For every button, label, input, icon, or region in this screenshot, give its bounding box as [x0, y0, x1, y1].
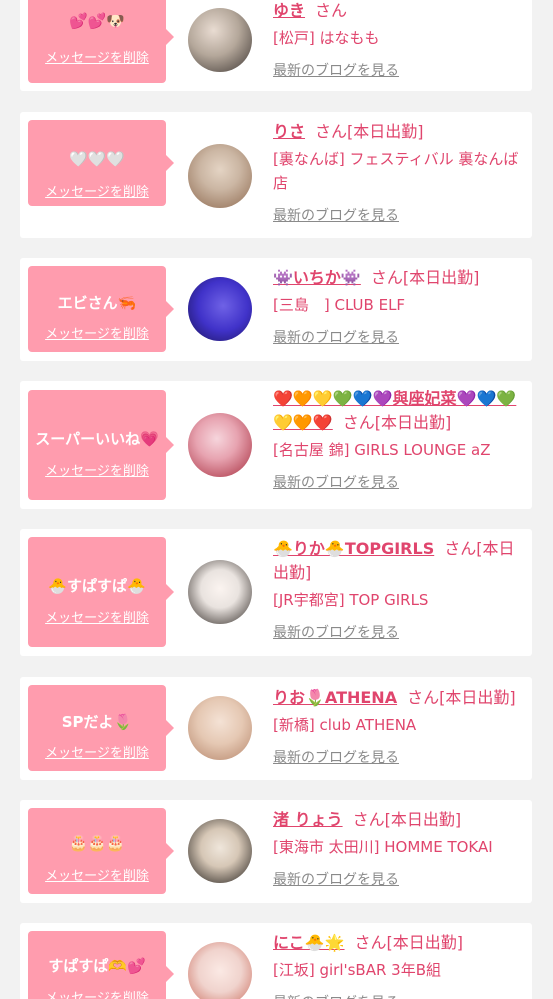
user-name-link[interactable]: りさ — [273, 122, 305, 141]
message-card: スーパーいいね💗 メッセージを削除 ❤️🧡💛💚💙💜與座妃菜💜💙💚💛🧡❤️ さん[本… — [20, 381, 532, 509]
honorific-label: さん — [315, 1, 348, 20]
message-list: 💕💕🐶 メッセージを削除 ゆき さん [松戸] はなもも 最新のブログを見る 🤍🤍… — [0, 0, 553, 999]
bubble-message: SPだよ🌷 — [61, 713, 133, 731]
latest-blog-link[interactable]: 最新のブログを見る — [273, 471, 523, 495]
shop-label: [裏なんば] フェスティバル 裏なんば店 — [273, 150, 519, 192]
avatar[interactable] — [188, 819, 252, 883]
honorific-label: さん[本日出勤] — [315, 122, 424, 141]
user-name-link[interactable]: りお🌷ATHENA — [273, 688, 397, 707]
shop-label: [東海市 太田川] HOMME TOKAI — [273, 838, 493, 856]
delete-message-link[interactable]: メッセージを削除 — [28, 323, 166, 342]
user-name-link[interactable]: ゆき — [273, 1, 305, 20]
delete-message-link[interactable]: メッセージを削除 — [28, 607, 166, 626]
message-bubble: SPだよ🌷 メッセージを削除 — [28, 685, 174, 771]
shop-label: [名古屋 錦] GIRLS LOUNGE aZ — [273, 441, 491, 459]
avatar[interactable] — [188, 144, 252, 208]
honorific-label: さん[本日出勤] — [352, 810, 462, 829]
avatar[interactable] — [188, 696, 252, 760]
shop-label: [新橋] club ATHENA — [273, 716, 417, 734]
honorific-label: さん[本日出勤] — [370, 268, 480, 287]
message-card: すぱすぱ🫶💕 メッセージを削除 にこ🐣🌟 さん[本日出勤] [江坂] girl's… — [20, 923, 532, 999]
shop-label: [江坂] girl'sBAR 3年B組 — [273, 961, 442, 979]
honorific-label: さん[本日出勤] — [407, 688, 516, 707]
latest-blog-link[interactable]: 最新のブログを見る — [273, 868, 523, 892]
bubble-message: すぱすぱ🫶💕 — [48, 957, 146, 975]
latest-blog-link[interactable]: 最新のブログを見る — [273, 746, 523, 770]
bubble-message: 🤍🤍🤍 — [68, 150, 126, 168]
delete-message-link[interactable]: メッセージを削除 — [28, 181, 166, 200]
avatar[interactable] — [188, 942, 252, 999]
latest-blog-link[interactable]: 最新のブログを見る — [273, 621, 523, 645]
message-card: SPだよ🌷 メッセージを削除 りお🌷ATHENA さん[本日出勤] [新橋] cl… — [20, 677, 532, 780]
message-bubble: エビさん🦐 メッセージを削除 — [28, 266, 174, 352]
avatar[interactable] — [188, 413, 252, 477]
shop-label: [松戸] はなもも — [273, 29, 380, 47]
message-card: 🎂🎂🎂 メッセージを削除 渚 りょう さん[本日出勤] [東海市 太田川] HOM… — [20, 800, 532, 903]
avatar[interactable] — [188, 560, 252, 624]
latest-blog-link[interactable]: 最新のブログを見る — [273, 59, 523, 83]
latest-blog-link[interactable]: 最新のブログを見る — [273, 991, 523, 999]
user-name-link[interactable]: にこ🐣🌟 — [273, 933, 345, 952]
latest-blog-link[interactable]: 最新のブログを見る — [273, 326, 523, 350]
bubble-message: 🐣すぱすぱ🐣 — [48, 577, 146, 595]
delete-message-link[interactable]: メッセージを削除 — [28, 460, 166, 479]
latest-blog-link[interactable]: 最新のブログを見る — [273, 204, 523, 228]
delete-message-link[interactable]: メッセージを削除 — [28, 865, 166, 884]
delete-message-link[interactable]: メッセージを削除 — [28, 47, 166, 66]
delete-message-link[interactable]: メッセージを削除 — [28, 987, 166, 999]
message-bubble: 🤍🤍🤍 メッセージを削除 — [28, 120, 174, 206]
shop-label: [三島 ] CLUB ELF — [273, 296, 406, 314]
delete-message-link[interactable]: メッセージを削除 — [28, 742, 166, 761]
message-card: エビさん🦐 メッセージを削除 👾いちか👾 さん[本日出勤] [三島 ] CLUB … — [20, 258, 532, 361]
user-name-link[interactable]: 渚 りょう — [273, 810, 343, 829]
bubble-message: エビさん🦐 — [57, 294, 137, 312]
message-card: 🐣すぱすぱ🐣 メッセージを削除 🐣りか🐣TOPGIRLS さん[本日出勤] [JR… — [20, 529, 532, 656]
user-name-link[interactable]: 👾いちか👾 — [273, 268, 361, 287]
message-bubble: 🐣すぱすぱ🐣 メッセージを削除 — [28, 537, 174, 647]
message-card: 💕💕🐶 メッセージを削除 ゆき さん [松戸] はなもも 最新のブログを見る — [20, 0, 532, 91]
user-name-link[interactable]: 🐣りか🐣TOPGIRLS — [273, 539, 434, 558]
message-card: 🤍🤍🤍 メッセージを削除 りさ さん[本日出勤] [裏なんば] フェスティバル 裏… — [20, 112, 532, 238]
bubble-message: 💕💕🐶 — [68, 12, 126, 30]
honorific-label: さん[本日出勤] — [342, 413, 452, 432]
message-bubble: すぱすぱ🫶💕 メッセージを削除 — [28, 931, 174, 999]
avatar[interactable] — [188, 277, 252, 341]
shop-label: [JR宇都宮] TOP GIRLS — [273, 591, 429, 609]
honorific-label: さん[本日出勤] — [354, 933, 464, 952]
message-bubble: 🎂🎂🎂 メッセージを削除 — [28, 808, 174, 894]
message-bubble: スーパーいいね💗 メッセージを削除 — [28, 390, 174, 500]
message-bubble: 💕💕🐶 メッセージを削除 — [28, 0, 174, 83]
avatar[interactable] — [188, 8, 252, 72]
bubble-message: 🎂🎂🎂 — [68, 834, 126, 852]
bubble-message: スーパーいいね💗 — [35, 430, 159, 448]
